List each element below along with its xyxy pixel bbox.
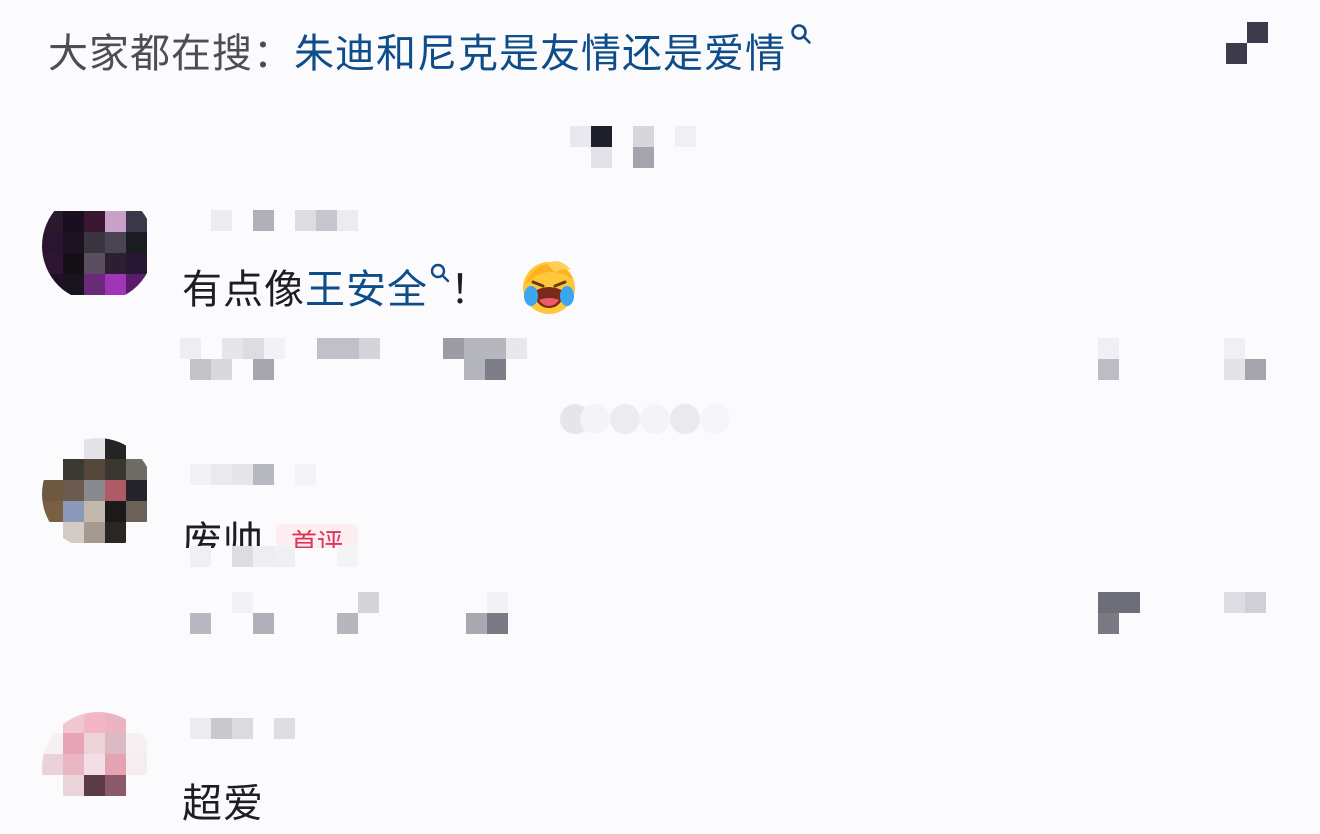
avatar[interactable] bbox=[42, 438, 154, 550]
expand-replies-mosaic[interactable] bbox=[560, 400, 754, 436]
comment-meta-mosaic bbox=[190, 546, 1270, 636]
username-mosaic[interactable] bbox=[190, 718, 310, 740]
laughing-face-emoji bbox=[523, 261, 575, 314]
avatar[interactable] bbox=[42, 190, 154, 302]
avatar[interactable] bbox=[42, 712, 154, 824]
comment-text-clip: 废帅 bbox=[182, 516, 282, 548]
share-icon[interactable] bbox=[1226, 22, 1268, 64]
comment-meta-mosaic bbox=[180, 338, 1280, 382]
comments-header-mosaic bbox=[570, 126, 700, 170]
first-comment-badge: 首评 bbox=[276, 524, 358, 548]
comment-text-part: ！ bbox=[450, 267, 491, 313]
comment-text: 废帅 bbox=[182, 519, 264, 548]
hot-search-prefix: 大家都在搜： bbox=[48, 31, 294, 77]
comment-text: 超爱 bbox=[182, 781, 264, 827]
search-icon bbox=[791, 24, 811, 44]
username-mosaic[interactable] bbox=[190, 464, 320, 486]
hot-search-bar[interactable]: 大家都在搜： 朱迪和尼克是友情还是爱情 bbox=[48, 20, 812, 80]
comment-text-part: 有点像 bbox=[182, 267, 305, 313]
hot-search-term[interactable]: 朱迪和尼克是友情还是爱情 bbox=[294, 21, 786, 79]
comment-text: 有点像王安全 ！ bbox=[182, 261, 579, 322]
search-icon bbox=[430, 263, 450, 283]
mention-link[interactable]: 王安全 bbox=[305, 267, 428, 313]
username-mosaic[interactable] bbox=[190, 210, 360, 232]
